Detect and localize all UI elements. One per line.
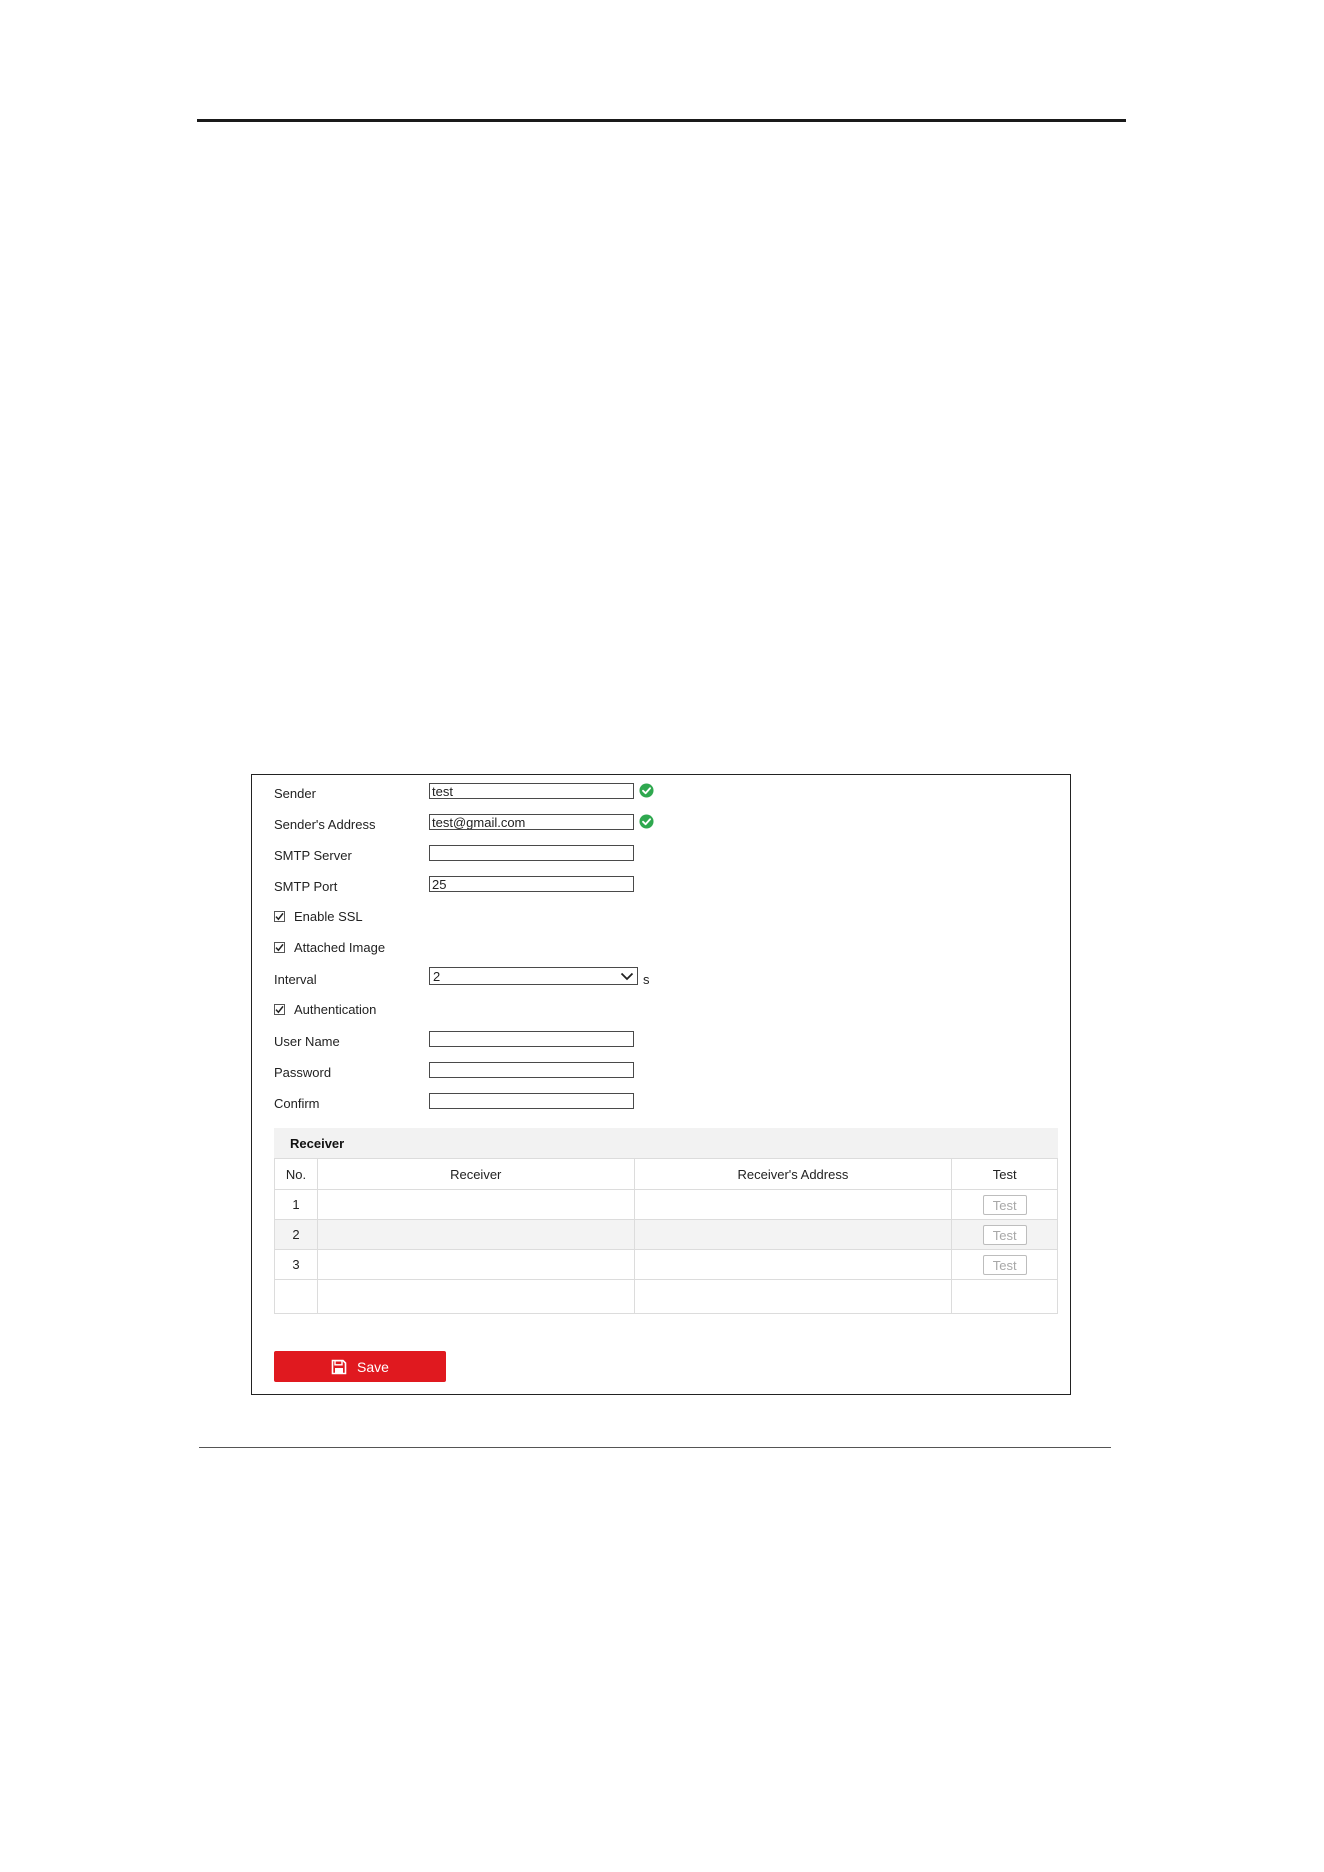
- receiver-cell[interactable]: [316, 1219, 635, 1250]
- row-number: 3: [274, 1249, 318, 1280]
- interval-select[interactable]: 2: [429, 967, 638, 985]
- receiver-cell[interactable]: [316, 1249, 635, 1280]
- interval-unit: s: [643, 972, 650, 987]
- confirm-password-input[interactable]: [429, 1093, 634, 1109]
- save-icon: [331, 1359, 347, 1374]
- sender-address-input[interactable]: [429, 814, 634, 830]
- column-header-address: Receiver's Address: [633, 1158, 953, 1190]
- user-name-input[interactable]: [429, 1031, 634, 1047]
- test-cell: Test: [951, 1219, 1058, 1250]
- receiver-address-cell[interactable]: [633, 1249, 953, 1280]
- interval-label: Interval: [274, 972, 317, 987]
- valid-check-icon: [639, 814, 654, 829]
- sender-input[interactable]: [429, 783, 634, 799]
- user-name-label: User Name: [274, 1034, 340, 1049]
- test-button[interactable]: Test: [982, 1194, 1027, 1215]
- receiver-table: No. Receiver Receiver's Address Test 1 T…: [274, 1158, 1058, 1314]
- valid-check-icon: [639, 783, 654, 798]
- checkmark-icon: [275, 1005, 284, 1014]
- row-number: 2: [274, 1219, 318, 1250]
- receiver-address-cell[interactable]: [633, 1219, 953, 1250]
- interval-value: 2: [433, 968, 441, 984]
- bottom-rule: [199, 1447, 1111, 1448]
- authentication-checkbox[interactable]: [274, 1004, 285, 1015]
- authentication-option[interactable]: Authentication: [274, 1002, 376, 1017]
- enable-ssl-option[interactable]: Enable SSL: [274, 909, 363, 924]
- enable-ssl-label: Enable SSL: [294, 909, 363, 924]
- smtp-port-input[interactable]: [429, 876, 634, 892]
- confirm-label: Confirm: [274, 1096, 320, 1111]
- smtp-server-input[interactable]: [429, 845, 634, 861]
- authentication-label: Authentication: [294, 1002, 377, 1017]
- receiver-address-cell[interactable]: [633, 1189, 953, 1220]
- password-input[interactable]: [429, 1062, 634, 1078]
- attached-image-checkbox[interactable]: [274, 942, 285, 953]
- test-cell: Test: [951, 1249, 1058, 1280]
- test-button[interactable]: Test: [982, 1224, 1027, 1245]
- attached-image-option[interactable]: Attached Image: [274, 940, 385, 955]
- sender-label: Sender: [274, 786, 316, 801]
- smtp-port-label: SMTP Port: [274, 879, 338, 894]
- save-button-label: Save: [357, 1358, 389, 1375]
- receiver-section-header: Receiver: [274, 1128, 1058, 1158]
- sender-address-label: Sender's Address: [274, 817, 376, 832]
- column-header-no: No.: [274, 1158, 318, 1190]
- save-button[interactable]: Save: [274, 1351, 446, 1382]
- password-label: Password: [274, 1065, 332, 1080]
- row-number: 1: [274, 1189, 318, 1220]
- email-settings-panel: Sender Sender's Address SMTP Server SMTP…: [251, 774, 1071, 1395]
- top-rule: [197, 119, 1126, 122]
- receiver-cell[interactable]: [316, 1189, 635, 1220]
- chevron-down-icon: [620, 972, 634, 980]
- column-header-receiver: Receiver: [316, 1158, 635, 1190]
- checkmark-icon: [275, 943, 284, 952]
- checkmark-icon: [275, 912, 284, 921]
- table-row: 1 Test: [274, 1189, 1058, 1220]
- table-row-empty: [274, 1279, 1058, 1314]
- column-header-test: Test: [951, 1158, 1058, 1190]
- enable-ssl-checkbox[interactable]: [274, 911, 285, 922]
- attached-image-label: Attached Image: [294, 940, 386, 955]
- table-row: 2 Test: [274, 1219, 1058, 1250]
- smtp-server-label: SMTP Server: [274, 848, 352, 863]
- table-row: 3 Test: [274, 1249, 1058, 1280]
- test-cell: Test: [951, 1189, 1058, 1220]
- test-button[interactable]: Test: [982, 1254, 1027, 1275]
